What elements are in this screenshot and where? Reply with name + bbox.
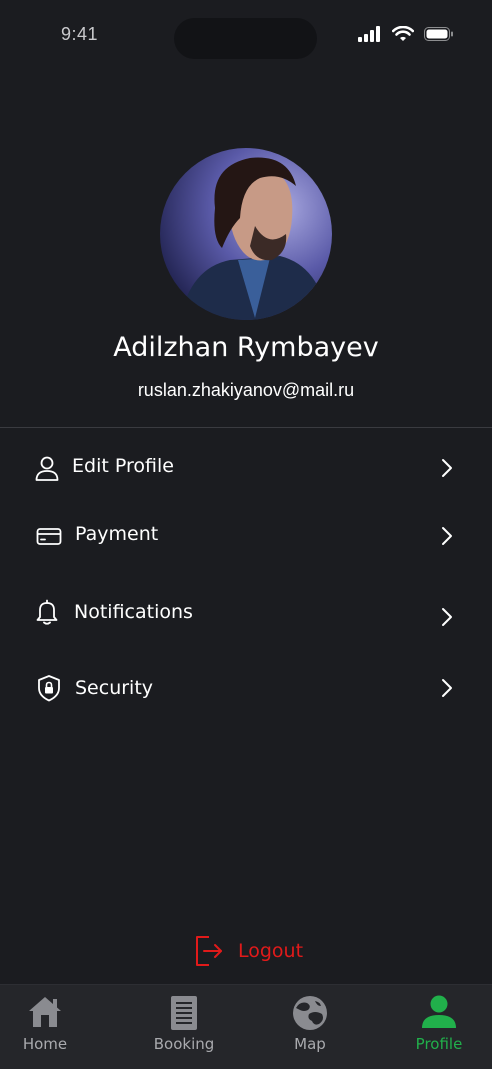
tab-label-map: Map — [294, 1035, 326, 1053]
status-icons — [358, 26, 454, 42]
document-icon — [171, 996, 197, 1030]
logout-icon — [196, 936, 222, 966]
chevron-right-icon — [442, 608, 452, 626]
shield-lock-icon — [38, 675, 60, 702]
avatar[interactable] — [160, 148, 332, 320]
menu-label-notifications: Notifications — [74, 601, 193, 623]
chevron-right-icon — [442, 679, 452, 697]
menu-label-payment: Payment — [75, 523, 159, 545]
status-bar: 9:41 — [0, 0, 492, 70]
tab-label-booking: Booking — [153, 1035, 215, 1053]
divider — [0, 427, 492, 428]
tab-label-profile: Profile — [415, 1035, 463, 1053]
person-icon — [422, 995, 456, 1028]
tab-home[interactable]: Home — [0, 985, 95, 1069]
globe-icon — [293, 996, 327, 1030]
menu-item-edit-profile[interactable]: Edit Profile — [0, 440, 492, 496]
signal-icon — [358, 26, 380, 42]
tab-booking[interactable]: Booking — [134, 985, 234, 1069]
tab-bar: Home Booking Map Profile — [0, 984, 492, 1069]
wifi-icon — [392, 26, 414, 41]
dynamic-island — [174, 18, 317, 59]
avatar-photo — [160, 148, 332, 320]
card-icon — [36, 528, 62, 545]
home-icon — [29, 997, 61, 1027]
menu-item-payment[interactable]: Payment — [0, 508, 492, 564]
bell-icon — [36, 599, 58, 625]
menu-label-security: Security — [75, 677, 154, 699]
tab-label-home: Home — [22, 1035, 68, 1053]
chevron-right-icon — [442, 459, 452, 477]
menu-label-edit-profile: Edit Profile — [72, 455, 174, 477]
chevron-right-icon — [442, 527, 452, 545]
profile-email: ruslan.zhakiyanov@mail.ru — [137, 380, 355, 400]
logout-button[interactable]: Logout — [193, 932, 323, 972]
user-icon — [35, 456, 59, 481]
menu-item-notifications[interactable]: Notifications — [0, 586, 492, 642]
status-time: 9:41 — [61, 24, 99, 44]
logout-label: Logout — [238, 940, 304, 962]
tab-map[interactable]: Map — [260, 985, 360, 1069]
tab-profile[interactable]: Profile — [389, 985, 489, 1069]
profile-name: Adilzhan Rymbayev — [113, 332, 379, 363]
menu-item-security[interactable]: Security — [0, 661, 492, 717]
battery-icon — [424, 27, 453, 41]
